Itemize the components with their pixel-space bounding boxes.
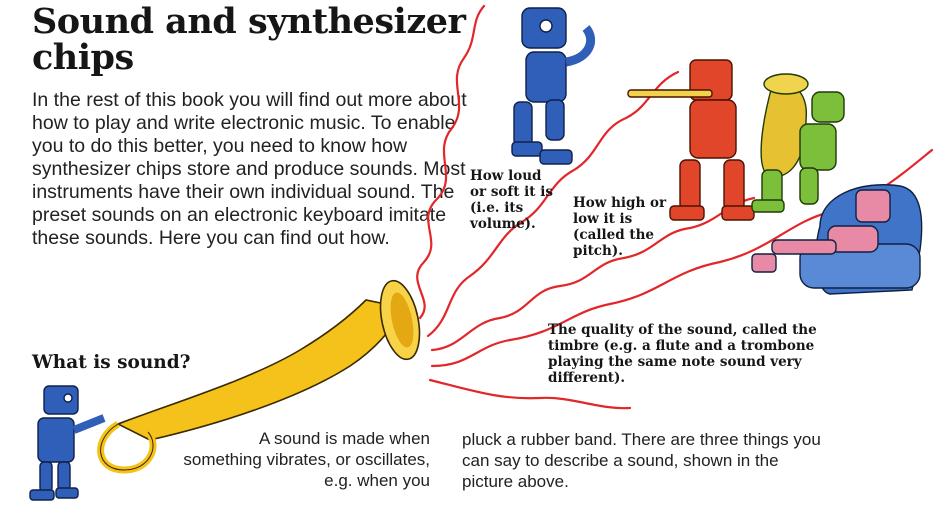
robot-blue-small-icon <box>29 385 106 501</box>
body-text-column-2: pluck a rubber band. There are three thi… <box>462 430 821 491</box>
caption-timbre: The quality of the sound, called the tim… <box>548 322 817 386</box>
robot-green-tuba-icon <box>751 73 845 213</box>
body-text-column-1: A sound is made when something vibrates,… <box>183 429 430 490</box>
caption-volume: How loud or soft it is (i.e. its volume)… <box>470 168 553 232</box>
wave-volume <box>416 4 486 320</box>
robot-blue-icon <box>511 7 595 165</box>
caption-pitch: How high or low it is (called the pitch)… <box>573 195 667 259</box>
